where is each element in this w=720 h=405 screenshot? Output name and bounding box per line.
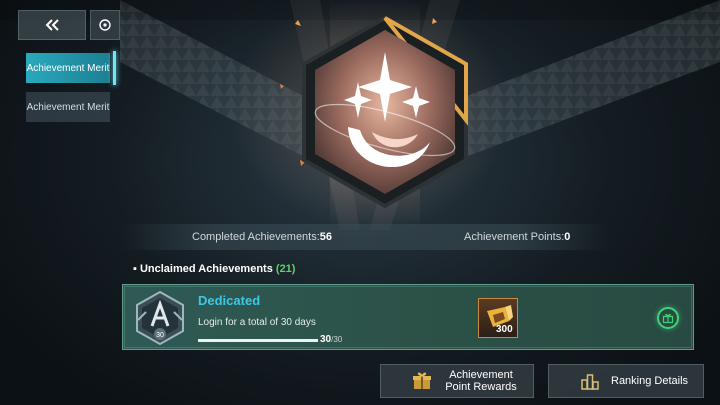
double-chevron-left-icon: [45, 19, 59, 31]
progress-text: 30/30: [320, 334, 342, 345]
achievement-description: Login for a total of 30 days: [198, 317, 316, 328]
progress-fill: [198, 339, 318, 342]
achievement-points-stat: Achievement Points:0: [464, 231, 570, 243]
tab-label: Achievement Merit: [26, 62, 110, 74]
progress-total: /30: [331, 335, 343, 344]
refresh-button[interactable]: [90, 10, 120, 40]
achievement-title: Dedicated: [198, 293, 261, 308]
badge-level: 30: [156, 332, 164, 339]
completed-achievements-stat: Completed Achievements:56: [192, 231, 332, 243]
progress-current: 30: [320, 334, 332, 345]
bullet: ▪: [133, 263, 140, 275]
reward-quantity: 300: [496, 324, 513, 335]
unclaimed-label: Unclaimed Achievements: [139, 263, 273, 275]
claim-button[interactable]: [657, 307, 679, 329]
points-value: 0: [564, 231, 571, 243]
ranking-details-button[interactable]: Ranking Details: [548, 364, 704, 398]
active-tab-indicator: [113, 51, 116, 85]
achievement-point-rewards-button[interactable]: Achievement Point Rewards: [380, 364, 534, 398]
achievement-badge-icon: 30: [136, 290, 184, 346]
completed-value: 56: [319, 231, 333, 243]
points-label: Achievement Points:: [464, 231, 565, 243]
ranking-icon: [581, 374, 599, 390]
refresh-icon: [99, 19, 111, 31]
ranking-button-label: Ranking Details: [611, 375, 689, 387]
gift-box-icon: [413, 372, 431, 389]
unclaimed-header: ▪ Unclaimed Achievements (21): [133, 263, 295, 275]
back-button[interactable]: [18, 10, 86, 40]
tab-achievement-merit-active[interactable]: Achievement Merit: [26, 53, 110, 83]
tab-label: Achievement Merit: [26, 101, 110, 113]
completed-label: Completed Achievements:: [192, 231, 320, 243]
gift-icon: [662, 313, 674, 324]
unclaimed-count: (21): [275, 263, 296, 275]
achievement-emblem: [302, 15, 468, 209]
tab-achievement-merit[interactable]: Achievement Merit: [26, 92, 110, 122]
rewards-button-label: Achievement Point Rewards: [445, 369, 517, 393]
